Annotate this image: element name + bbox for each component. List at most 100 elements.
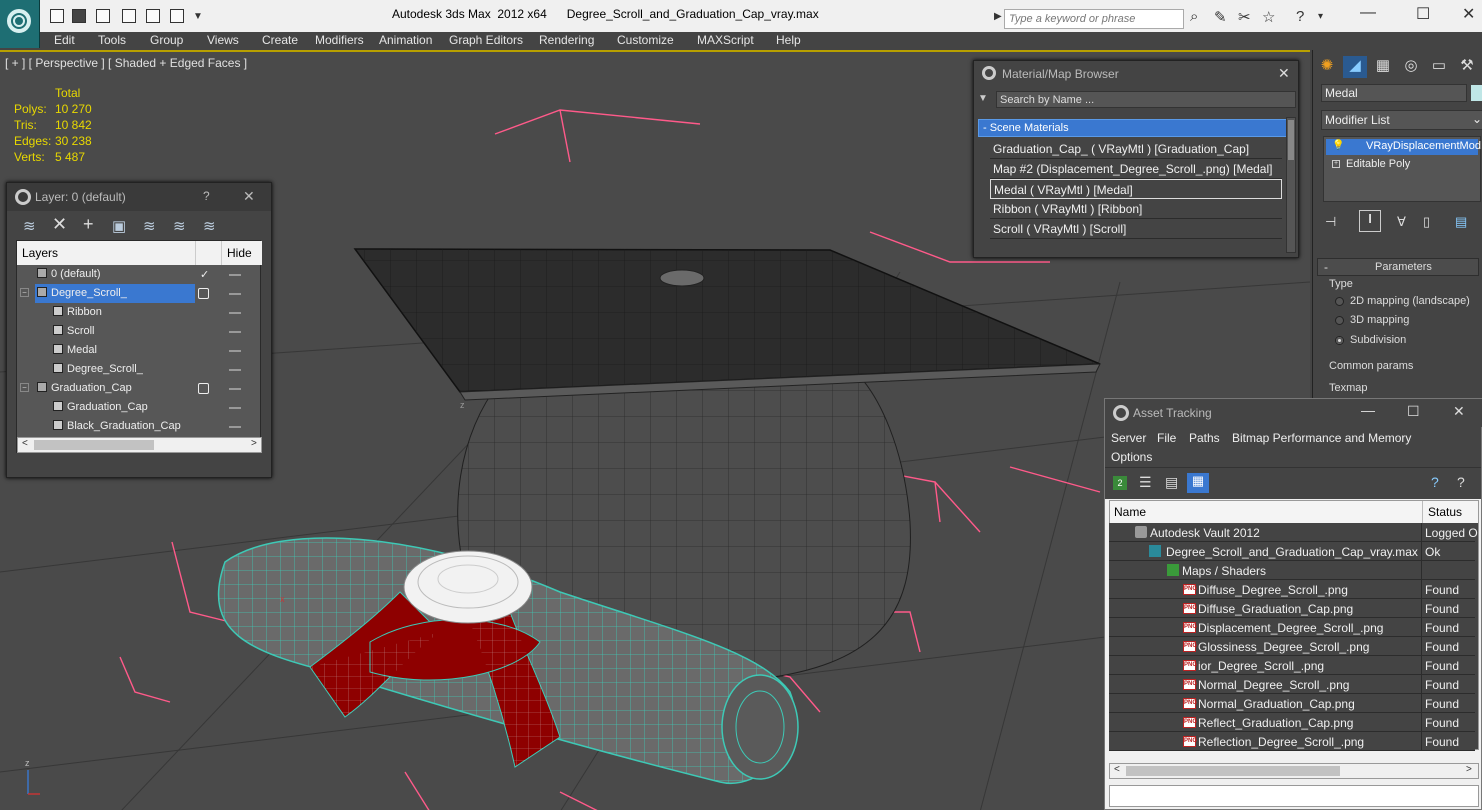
material-item-selected[interactable]: Medal ( VRayMtl ) [Medal] [990, 179, 1282, 199]
stack-item-editable-poly[interactable]: + Editable Poly [1326, 157, 1478, 173]
minimize-icon[interactable]: — [1360, 4, 1376, 22]
project-folder-icon[interactable] [170, 9, 184, 23]
communication-icon[interactable]: ✂ [1238, 8, 1251, 26]
asset-menu-options[interactable]: Options [1111, 450, 1152, 464]
modifier-list-dropdown[interactable]: Modifier List ⌄ [1321, 110, 1482, 130]
layer-box-icon[interactable] [198, 288, 209, 299]
layer-row-graduation-cap[interactable]: − Graduation_Cap [17, 379, 262, 398]
col-name[interactable]: Name [1114, 505, 1146, 519]
asset-maximize-icon[interactable]: ☐ [1407, 403, 1420, 420]
menu-create[interactable]: Create [262, 33, 298, 47]
undo-icon[interactable] [122, 9, 136, 23]
collapse-icon[interactable]: − [20, 288, 29, 297]
highlight-layer-icon[interactable]: ≋ [143, 217, 156, 235]
pin-stack-icon[interactable]: ⊣ [1325, 214, 1336, 230]
scroll-left-icon[interactable]: < [1114, 764, 1120, 775]
save-file-icon[interactable] [96, 9, 110, 23]
hide-toggle[interactable] [229, 331, 241, 333]
open-file-icon[interactable] [72, 9, 86, 23]
browser-options-dropdown-icon[interactable]: ▼ [978, 93, 988, 104]
layer-close-button[interactable]: ✕ [243, 188, 255, 205]
scroll-thumb[interactable] [1126, 766, 1340, 776]
stack-item-vray-displacement[interactable]: 💡 VRayDisplacementMod [1326, 139, 1481, 155]
asset-minimize-icon[interactable]: — [1361, 402, 1375, 418]
utilities-tab-icon[interactable]: ⚒ [1455, 56, 1479, 78]
layer-help-button[interactable]: ? [203, 189, 210, 203]
menu-views[interactable]: Views [207, 33, 239, 47]
menu-tools[interactable]: Tools [98, 33, 126, 47]
material-item[interactable]: Graduation_Cap_ ( VRayMtl ) [Graduation_… [990, 139, 1282, 159]
hide-toggle[interactable] [229, 312, 241, 314]
asset-row[interactable]: PNG Reflection_Degree_Scroll_.png Found [1109, 732, 1475, 751]
material-item[interactable]: Map #2 (Displacement_Degree_Scroll_.png)… [990, 159, 1282, 179]
object-color-swatch[interactable] [1471, 85, 1482, 101]
create-tab-icon[interactable]: ✺ [1315, 56, 1339, 78]
asset-whats-this-icon[interactable]: ? [1457, 474, 1465, 490]
asset-row[interactable]: PNG Normal_Graduation_Cap.png Found [1109, 694, 1475, 713]
asset-row[interactable]: PNG Reflect_Graduation_Cap.png Found [1109, 713, 1475, 732]
scroll-left-icon[interactable]: < [22, 438, 28, 449]
layer-row-degree-scroll-object[interactable]: Degree_Scroll_ [17, 360, 262, 379]
display-tab-icon[interactable]: ▭ [1427, 56, 1451, 78]
asset-tracking-titlebar[interactable]: Asset Tracking — ☐ ✕ [1105, 399, 1482, 427]
radio-3d-mapping[interactable] [1335, 316, 1344, 325]
list-view-icon[interactable]: ☰ [1139, 474, 1152, 491]
asset-row[interactable]: PNG Diffuse_Degree_Scroll_.png Found [1109, 580, 1475, 599]
layer-list-hscrollbar[interactable]: < > [17, 437, 262, 453]
asset-row[interactable]: PNG Normal_Degree_Scroll_.png Found [1109, 675, 1475, 694]
delete-layer-icon[interactable]: ✕ [52, 214, 67, 235]
menu-group[interactable]: Group [150, 33, 183, 47]
asset-row[interactable]: PNG ior_Degree_Scroll_.png Found [1109, 656, 1475, 675]
material-browser-vscrollbar[interactable] [1286, 117, 1296, 253]
layer-dialog-titlebar[interactable]: Layer: 0 (default) ? ✕ [7, 183, 271, 211]
asset-row[interactable]: PNG Diffuse_Graduation_Cap.png Found [1109, 599, 1475, 618]
binoculars-icon[interactable]: ⌕ [1190, 8, 1198, 25]
viewport-label[interactable]: [ + ] [ Perspective ] [ Shaded + Edged F… [5, 56, 247, 70]
quick-access-dropdown-icon[interactable]: ▼ [193, 11, 203, 22]
menu-maxscript[interactable]: MAXScript [697, 33, 754, 47]
modify-tab-icon[interactable]: ◢ [1343, 56, 1367, 78]
select-objects-icon[interactable]: ▣ [112, 217, 126, 235]
hide-toggle[interactable] [229, 388, 241, 390]
layer-box-icon[interactable] [198, 383, 209, 394]
object-name-field[interactable]: Medal [1321, 84, 1467, 102]
add-to-layer-icon[interactable]: + [83, 214, 94, 235]
bulb-icon[interactable]: 💡 [1332, 140, 1344, 151]
asset-hscrollbar[interactable]: < > [1109, 763, 1479, 779]
redo-icon[interactable] [146, 9, 160, 23]
show-end-result-icon[interactable]: I [1359, 210, 1381, 232]
menu-edit[interactable]: Edit [54, 33, 75, 47]
material-browser-titlebar[interactable]: Material/Map Browser ✕ [974, 61, 1298, 87]
collapse-icon[interactable]: − [20, 383, 29, 392]
close-icon[interactable]: ✕ [1462, 4, 1475, 24]
help-dropdown-icon[interactable]: ▾ [1318, 11, 1323, 22]
asset-row[interactable]: Maps / Shaders [1109, 561, 1475, 580]
table-view-icon[interactable]: ▦ [1187, 473, 1209, 493]
asset-menu-file[interactable]: File [1157, 431, 1176, 445]
menu-modifiers[interactable]: Modifiers [315, 33, 364, 47]
scroll-thumb[interactable] [34, 440, 154, 450]
asset-row[interactable]: Autodesk Vault 2012 Logged O [1109, 523, 1478, 542]
favorites-star-icon[interactable]: ☆ [1262, 8, 1275, 26]
asset-row[interactable]: PNG Displacement_Degree_Scroll_.png Foun… [1109, 618, 1475, 637]
layer-row-graduation-cap-object[interactable]: Graduation_Cap [17, 398, 262, 417]
scene-materials-group[interactable]: - Scene Materials [978, 119, 1290, 137]
hide-toggle[interactable] [229, 407, 241, 409]
configure-sets-icon[interactable]: ▤ [1455, 214, 1467, 230]
freeze-all-layers-icon[interactable]: ≋ [203, 217, 216, 235]
material-search-input[interactable]: Search by Name ... [996, 91, 1296, 108]
hide-all-layers-icon[interactable]: ≋ [173, 217, 186, 235]
current-layer-check-icon[interactable]: ✓ [200, 268, 209, 281]
motion-tab-icon[interactable]: ◎ [1399, 56, 1423, 78]
scroll-right-icon[interactable]: > [251, 438, 257, 449]
option-subdivision[interactable]: Subdivision [1350, 334, 1406, 346]
layer-row-ribbon[interactable]: Ribbon [17, 303, 262, 322]
hide-toggle[interactable] [229, 426, 241, 428]
new-file-icon[interactable] [50, 9, 64, 23]
help-icon[interactable]: ? [1296, 8, 1304, 25]
layer-row-default[interactable]: 0 (default) ✓ [17, 265, 262, 284]
app-logo-icon[interactable] [0, 0, 40, 48]
hide-toggle[interactable] [229, 274, 241, 276]
asset-close-icon[interactable]: ✕ [1453, 403, 1465, 420]
refresh-icon[interactable]: 2 [1113, 476, 1127, 490]
